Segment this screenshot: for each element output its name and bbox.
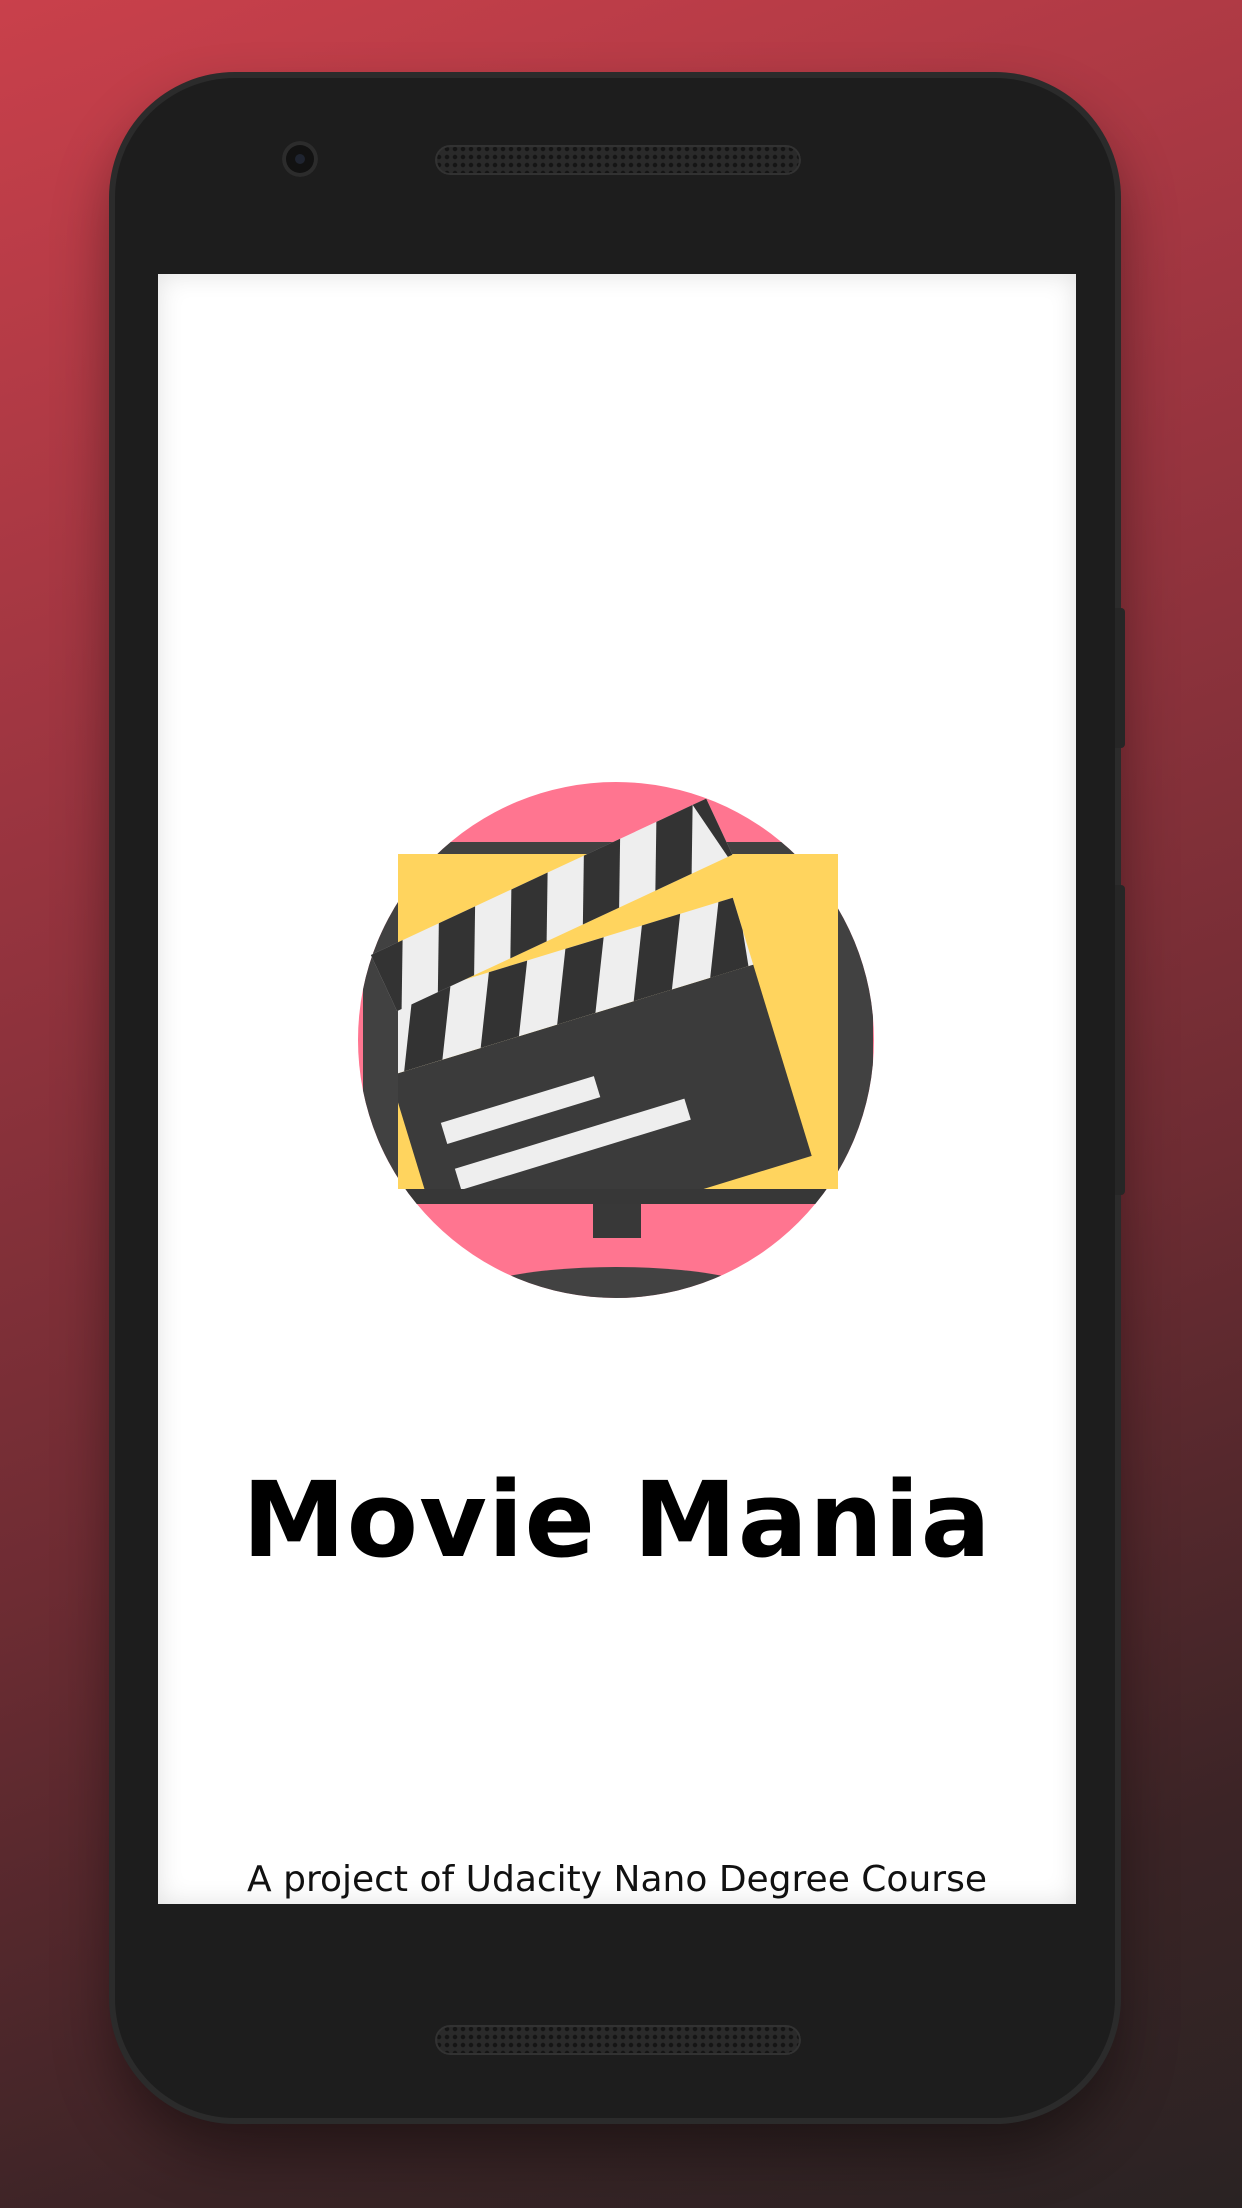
- splash-screen: Movie Mania A project of Udacity Nano De…: [158, 274, 1076, 1904]
- top-speaker-grille: [435, 145, 801, 175]
- app-title: Movie Mania: [242, 1459, 992, 1581]
- clapperboard-tv-icon: [358, 782, 874, 1298]
- phone-device-frame: Movie Mania A project of Udacity Nano De…: [115, 78, 1125, 2118]
- app-subtitle: A project of Udacity Nano Degree Course: [247, 1859, 987, 1900]
- power-button: [1115, 608, 1125, 748]
- volume-button: [1115, 885, 1125, 1195]
- monitor-stand: [593, 1200, 641, 1238]
- front-camera: [282, 141, 318, 177]
- bottom-speaker-grille: [435, 2025, 801, 2055]
- monitor-base: [446, 1267, 786, 1298]
